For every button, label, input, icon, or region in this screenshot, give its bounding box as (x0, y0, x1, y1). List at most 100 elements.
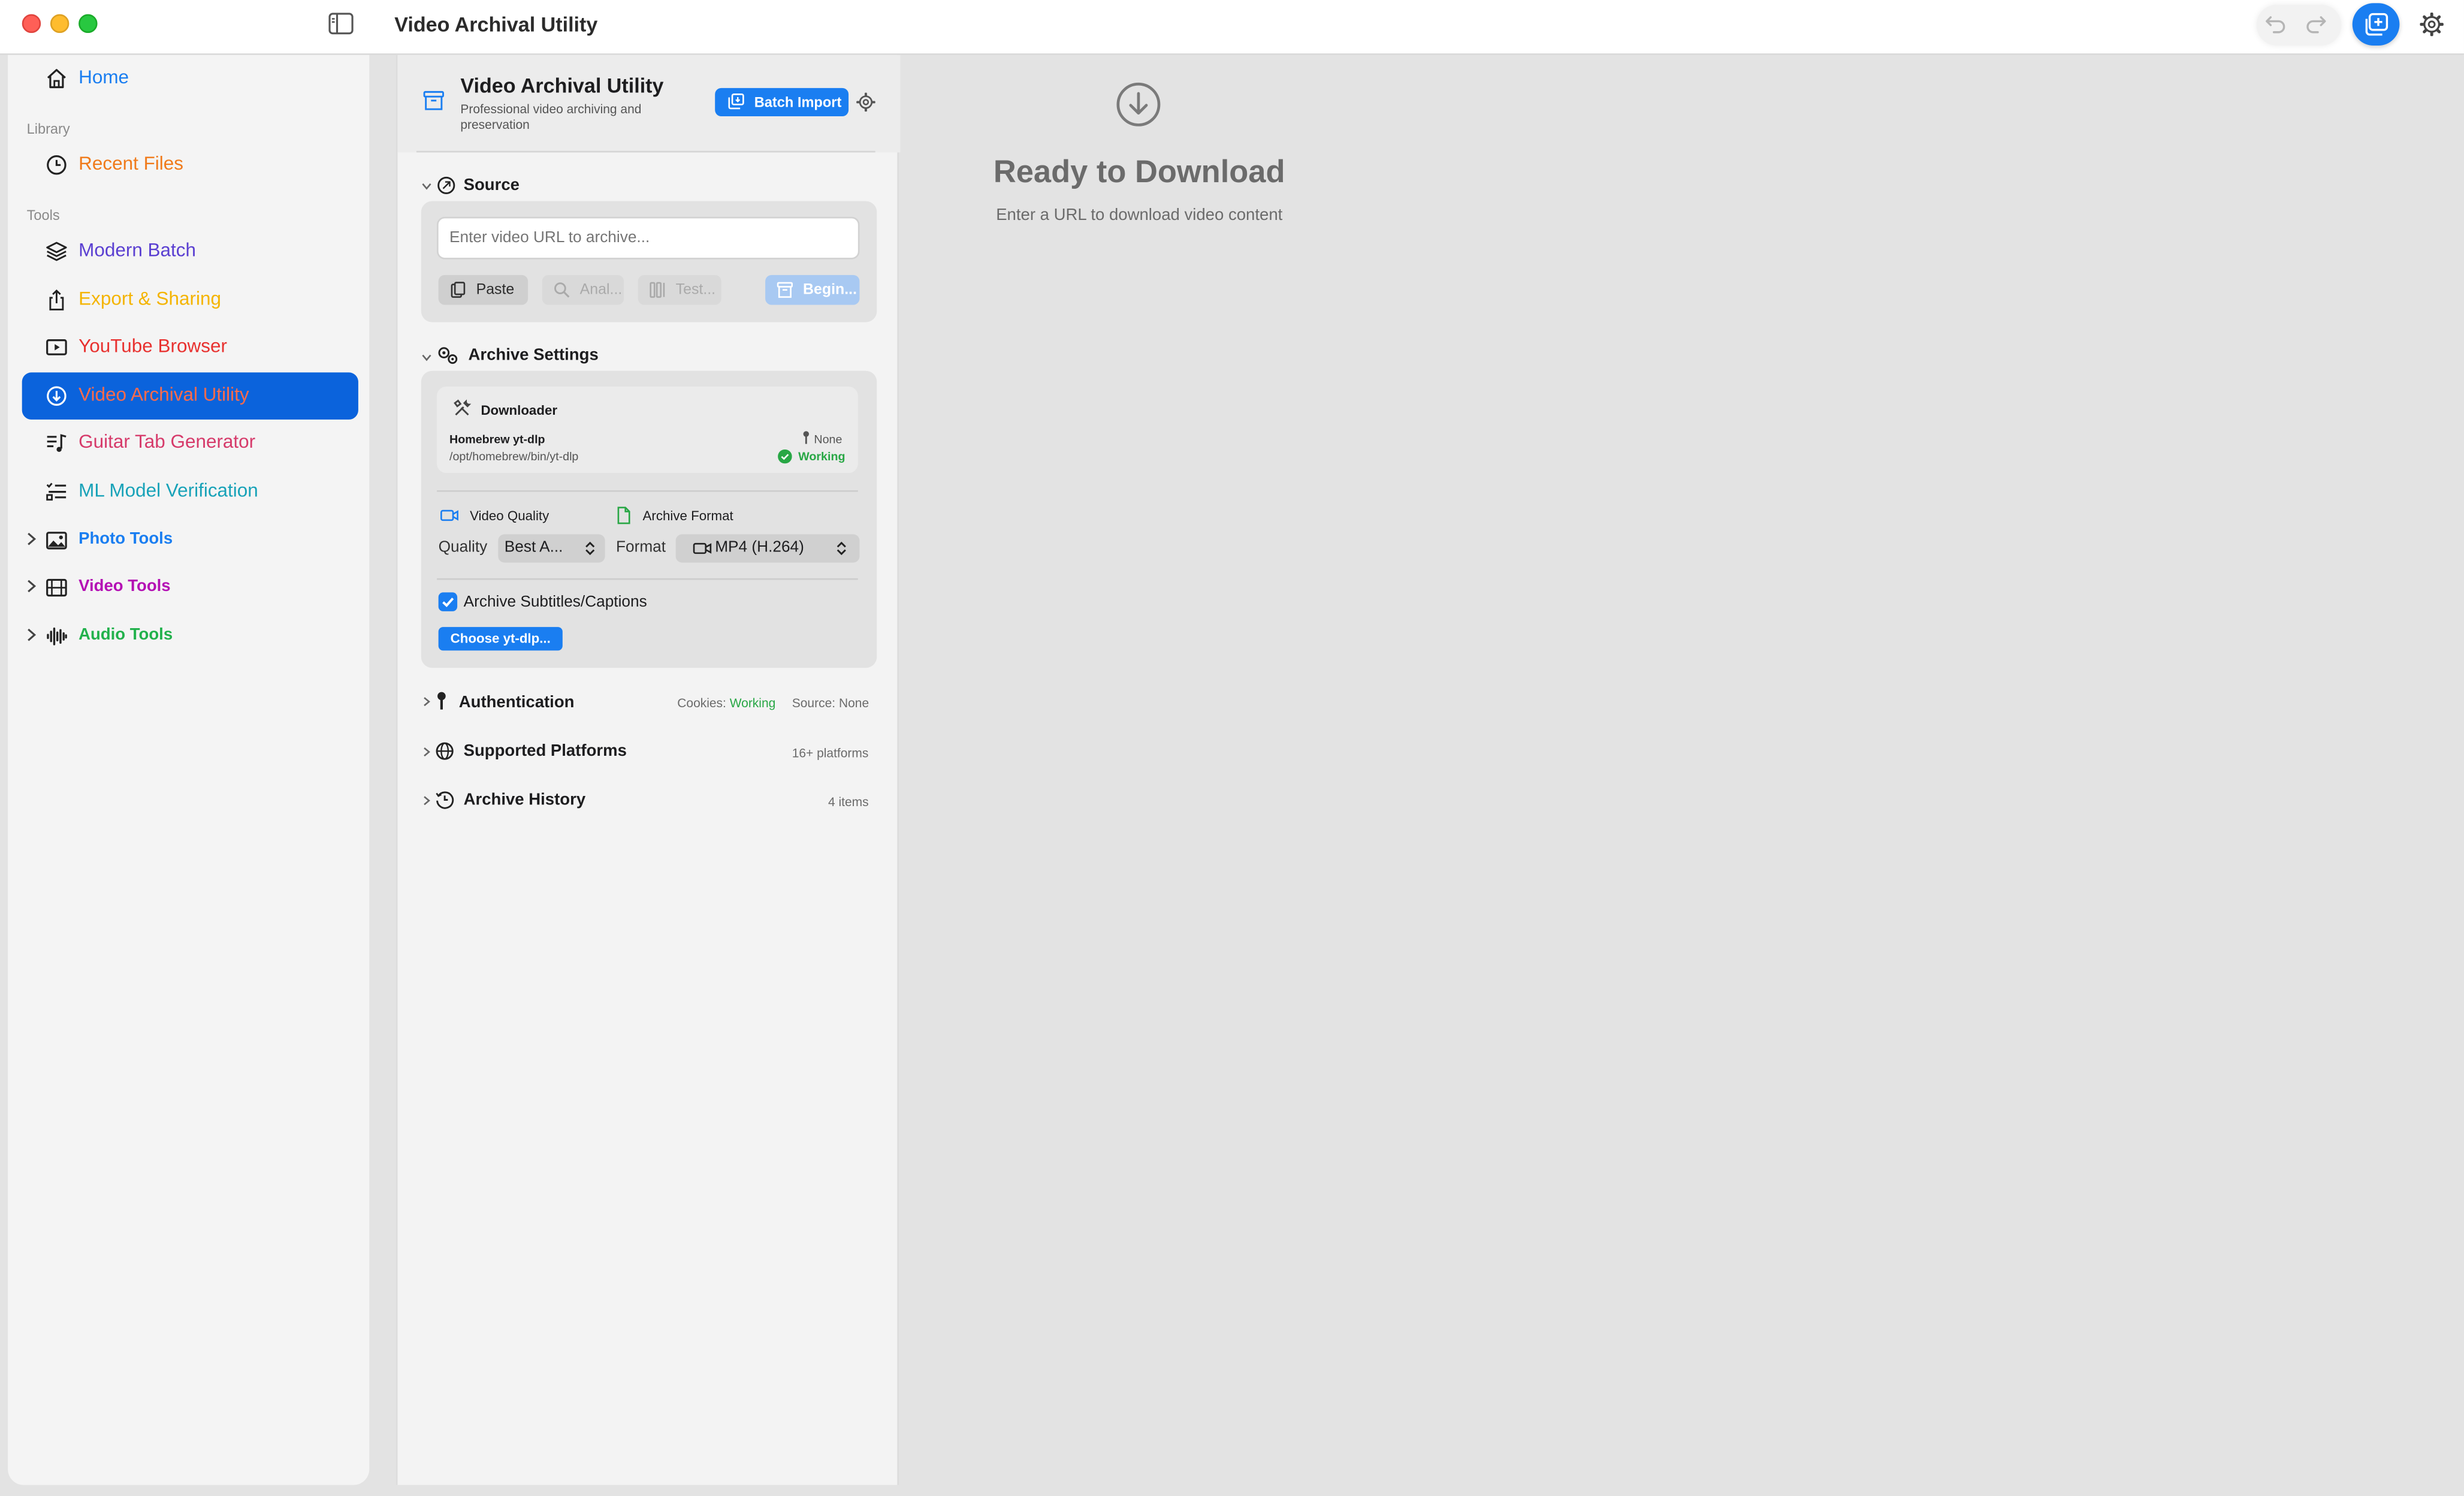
title-bar: Video Archival Utility (0, 0, 2464, 55)
panel-header: Video Archival Utility Professional vide… (397, 55, 901, 153)
chevron-right-icon[interactable] (421, 746, 432, 757)
section-tools: Tools (26, 207, 60, 224)
sidebar-item-youtube-browser[interactable]: YouTube Browser (22, 324, 358, 371)
sidebar-item-label: Export & Sharing (78, 287, 222, 310)
sidebar-item-recent-files[interactable]: Recent Files (22, 141, 358, 189)
batch-import-icon (728, 93, 744, 110)
paste-button[interactable]: Paste (438, 275, 529, 305)
zoom-window-button[interactable] (78, 14, 98, 34)
chevron-down-icon[interactable] (421, 181, 432, 192)
platforms-count: 16+ platforms (792, 746, 869, 761)
downloader-status: Working (798, 449, 846, 464)
house-icon (47, 69, 66, 89)
format-select-value: MP4 (H.264) (715, 539, 804, 557)
auth-status-row: Cookies: Working Source: None (677, 696, 869, 710)
up-down-chevron-icon (837, 541, 846, 556)
batch-import-label: Batch Import (754, 94, 842, 110)
archive-box-icon (423, 91, 444, 110)
sidebar-item-label: Guitar Tab Generator (78, 430, 256, 453)
chevron-right-icon[interactable] (25, 627, 38, 643)
gears-icon (438, 347, 458, 364)
key-icon (803, 431, 810, 444)
minimize-window-button[interactable] (50, 14, 70, 34)
archive-settings-title[interactable]: Archive Settings (468, 346, 598, 364)
sidebar-item-label: Video Tools (78, 577, 171, 596)
choose-yt-dlp-button[interactable]: Choose yt-dlp... (438, 627, 563, 651)
sidebar-toggle-icon[interactable] (328, 13, 354, 35)
add-copy-icon (2365, 13, 2388, 36)
sidebar-group-video-tools[interactable]: Video Tools (22, 564, 358, 611)
quality-select-value: Best A... (504, 539, 563, 557)
waveform-icon (47, 628, 67, 646)
cookies-label: Cookies: (677, 696, 726, 711)
sidebar-group-audio-tools[interactable]: Audio Tools (22, 613, 358, 660)
sidebar-item-export-sharing[interactable]: Export & Sharing (22, 276, 358, 324)
divider (437, 578, 858, 580)
panel-settings-gear-icon[interactable] (856, 92, 875, 112)
document-icon (617, 506, 630, 524)
source-link-icon (437, 176, 455, 194)
chevron-right-icon[interactable] (421, 795, 432, 806)
format-select[interactable]: MP4 (H.264) (675, 534, 860, 563)
new-window-button[interactable] (2352, 3, 2400, 46)
quality-select[interactable]: Best A... (498, 534, 605, 563)
window-title: Video Archival Utility (394, 12, 598, 37)
analyze-label: Anal... (579, 281, 623, 299)
video-camera-icon (693, 542, 712, 554)
sidebar-item-home[interactable]: Home (22, 55, 358, 102)
photo-icon (46, 532, 67, 550)
history-icon (436, 791, 454, 809)
magnifier-icon (554, 282, 570, 298)
archive-subtitles-label[interactable]: Archive Subtitles/Captions (464, 594, 647, 611)
chevron-right-icon[interactable] (25, 531, 38, 547)
empty-state-subtitle: Enter a URL to download video content (996, 206, 1283, 225)
sidebar-group-photo-tools[interactable]: Photo Tools (22, 517, 358, 565)
archive-settings-card: Downloader Homebrew yt-dlp /opt/homebrew… (421, 370, 877, 668)
cookies-value: Working (729, 696, 776, 711)
sidebar-item-guitar-tab-generator[interactable]: Guitar Tab Generator (22, 420, 358, 467)
sidebar-item-label: Modern Batch (78, 239, 197, 261)
undo-icon[interactable] (2264, 13, 2287, 35)
divider (437, 490, 858, 492)
sidebar-item-label: Home (78, 66, 129, 88)
source-label: Source: (792, 696, 836, 711)
quality-field-label: Quality (438, 539, 488, 557)
sidebar-item-ml-model-verification[interactable]: ML Model Verification (22, 468, 358, 515)
batch-import-button[interactable]: Batch Import (715, 88, 849, 117)
archive-format-label: Archive Format (642, 507, 733, 524)
test-button[interactable]: Test... (638, 275, 721, 305)
clipboard-icon (451, 282, 466, 298)
close-window-button[interactable] (22, 14, 41, 34)
video-camera-icon (440, 509, 458, 521)
begin-label: Begin... (803, 281, 857, 299)
analyze-button[interactable]: Anal... (542, 275, 624, 305)
sidebar-item-label: Recent Files (78, 152, 184, 175)
sidebar-item-modern-batch[interactable]: Modern Batch (22, 228, 358, 275)
layers-icon (46, 242, 67, 261)
sidebar-item-video-archival-utility[interactable]: Video Archival Utility (22, 372, 358, 420)
sidebar-item-label: Photo Tools (78, 529, 173, 549)
archive-subtitles-checkbox[interactable] (438, 592, 458, 611)
archive-box-icon (777, 282, 793, 298)
chevron-right-icon[interactable] (421, 696, 432, 707)
panel-subtitle: Professional video archiving and preserv… (460, 102, 642, 132)
up-down-chevron-icon (585, 541, 595, 556)
chevron-right-icon[interactable] (25, 578, 38, 594)
format-field-label: Format (615, 539, 666, 557)
authentication-title[interactable]: Authentication (459, 693, 575, 711)
empty-state-title: Ready to Download (993, 155, 1285, 191)
source-section-title[interactable]: Source (464, 176, 520, 195)
music-list-icon (47, 434, 67, 453)
chevron-down-icon[interactable] (421, 352, 432, 363)
source-value: None (838, 696, 869, 711)
sidebar-item-label: ML Model Verification (78, 479, 258, 502)
history-count: 4 items (828, 795, 869, 810)
video-url-input[interactable] (437, 216, 860, 260)
auth-state-text: None (814, 432, 843, 447)
settings-gear-icon[interactable] (2420, 12, 2444, 37)
redo-icon[interactable] (2305, 13, 2327, 35)
begin-button[interactable]: Begin... (765, 275, 860, 305)
section-library: Library (26, 120, 70, 137)
archive-history-title[interactable]: Archive History (464, 791, 586, 809)
supported-platforms-title[interactable]: Supported Platforms (464, 741, 627, 760)
